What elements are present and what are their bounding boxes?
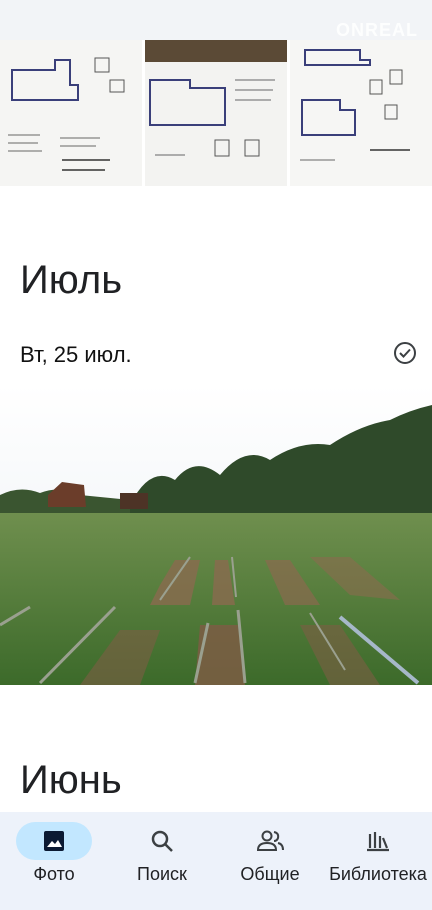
nav-item-search[interactable]: Поиск: [108, 812, 216, 910]
nav-label-search: Поиск: [137, 864, 187, 884]
watermark: ONREAL: [336, 20, 418, 40]
photo-thumbnail-1[interactable]: [0, 40, 142, 186]
nav-item-photos[interactable]: Фото: [0, 812, 108, 910]
select-day-check-icon[interactable]: [394, 342, 416, 364]
month-heading-june: Июнь: [20, 758, 122, 802]
people-icon: [256, 830, 284, 851]
thumbnail-row: [0, 40, 432, 186]
photo-garden[interactable]: [0, 385, 432, 685]
library-icon: [367, 832, 389, 852]
photo-icon: [44, 831, 64, 851]
nav-item-library[interactable]: Библиотека: [324, 812, 432, 910]
day-label: Вт, 25 июл.: [20, 342, 132, 367]
bottom-navigation: Фото Поиск Общие Библиотека: [0, 812, 432, 910]
photo-thumbnail-3[interactable]: [290, 40, 432, 186]
nav-active-pill: [16, 822, 92, 860]
nav-item-shared[interactable]: Общие: [216, 812, 324, 910]
search-icon: [151, 830, 173, 852]
nav-label-library: Библиотека: [329, 864, 427, 884]
photo-thumbnail-2[interactable]: [145, 40, 287, 186]
day-row: Вт, 25 июл.: [20, 340, 416, 370]
month-heading-july: Июль: [20, 258, 123, 302]
nav-label-photos: Фото: [33, 864, 75, 884]
nav-label-shared: Общие: [240, 864, 300, 884]
